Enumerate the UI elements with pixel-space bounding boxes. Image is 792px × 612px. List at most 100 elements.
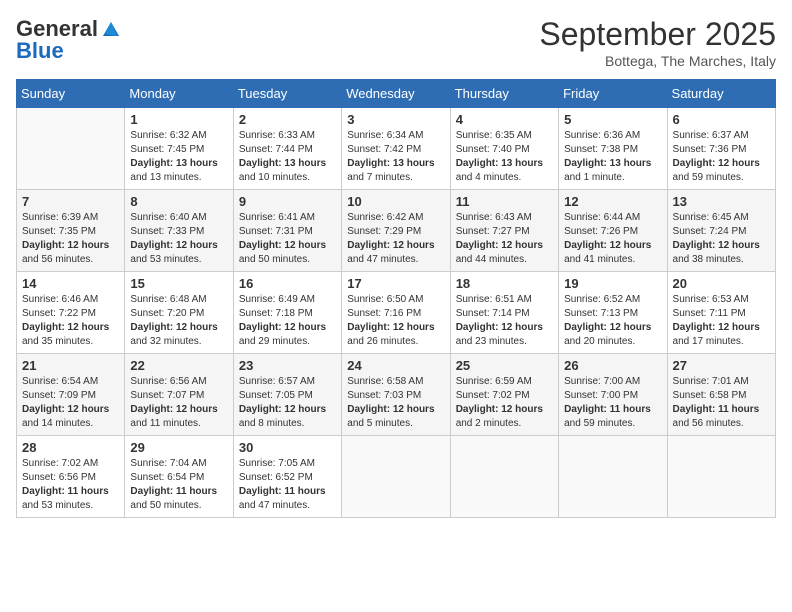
sun-time: Sunrise: 6:57 AM — [239, 376, 315, 387]
calendar-cell: 29 Sunrise: 7:04 AM Sunset: 6:54 PM Dayligh… — [125, 436, 233, 518]
sun-time: and 1 minute. — [564, 172, 625, 183]
sun-time: Sunset: 6:52 PM — [239, 472, 313, 483]
page-header: General Blue September 2025 Bottega, The… — [16, 16, 776, 69]
sun-time: and 11 minutes. — [130, 418, 200, 429]
sun-time: Sunrise: 7:02 AM — [22, 458, 98, 469]
sun-time: Sunrise: 6:41 AM — [239, 212, 315, 223]
sun-time: Sunrise: 7:00 AM — [564, 376, 640, 387]
cell-content: Sunrise: 6:37 AMSunset: 7:36 PMDaylight:… — [673, 129, 770, 185]
sun-time: and 38 minutes. — [673, 254, 744, 265]
cell-content: Sunrise: 6:48 AMSunset: 7:20 PMDaylight:… — [130, 293, 227, 349]
sun-time: Sunset: 7:35 PM — [22, 226, 96, 237]
cell-content: Sunrise: 6:45 AMSunset: 7:24 PMDaylight:… — [673, 211, 770, 267]
sun-time: and 20 minutes. — [564, 336, 635, 347]
calendar-cell: 26Sunrise: 7:00 AMSunset: 7:00 PMDayligh… — [559, 354, 667, 436]
sun-time: Sunrise: 7:04 AM — [130, 458, 206, 469]
sun-time: and 56 minutes. — [673, 418, 744, 429]
calendar-cell: 25Sunrise: 6:59 AMSunset: 7:02 PMDayligh… — [450, 354, 558, 436]
sun-time: Sunrise: 6:56 AM — [130, 376, 206, 387]
sun-time: Sunset: 7:38 PM — [564, 144, 638, 155]
day-header-thursday: Thursday — [450, 80, 558, 108]
logo: General Blue — [16, 16, 122, 64]
calendar-cell: 9Sunrise: 6:41 AMSunset: 7:31 PMDaylight… — [233, 190, 341, 272]
sun-time: Sunset: 7:26 PM — [564, 226, 638, 237]
day-number: 7 — [22, 194, 119, 209]
sun-time: Sunset: 7:18 PM — [239, 308, 313, 319]
day-number: 11 — [456, 194, 553, 209]
daylight-hours: Daylight: 12 hours — [239, 240, 326, 251]
day-number: 12 — [564, 194, 661, 209]
day-number: 22 — [130, 358, 227, 373]
sun-time: Sunset: 7:11 PM — [673, 308, 746, 319]
day-number: 2 — [239, 112, 336, 127]
calendar-cell: 2Sunrise: 6:33 AMSunset: 7:44 PMDaylight… — [233, 108, 341, 190]
sun-time: Sunset: 6:56 PM — [22, 472, 96, 483]
sun-time: Sunset: 6:54 PM — [130, 472, 204, 483]
calendar-week-row: 7 Sunrise: 6:39 AM Sunset: 7:35 PM Daylight… — [17, 190, 776, 272]
sun-time: and 8 minutes. — [239, 418, 305, 429]
day-number: 28 — [22, 440, 119, 455]
calendar-cell — [450, 436, 558, 518]
sun-time: and 17 minutes. — [673, 336, 744, 347]
cell-content: Sunrise: 6:35 AMSunset: 7:40 PMDaylight:… — [456, 129, 553, 185]
calendar-cell: 22Sunrise: 6:56 AMSunset: 7:07 PMDayligh… — [125, 354, 233, 436]
sun-time: Sunrise: 6:59 AM — [456, 376, 532, 387]
cell-content: Sunrise: 6:43 AMSunset: 7:27 PMDaylight:… — [456, 211, 553, 267]
cell-content: Sunrise: 6:40 AMSunset: 7:33 PMDaylight:… — [130, 211, 227, 267]
cell-content: Sunrise: 6:32 AMSunset: 7:45 PMDaylight:… — [130, 129, 227, 185]
daylight-hours: Daylight: 12 hours — [347, 404, 434, 415]
sun-time: and 5 minutes. — [347, 418, 413, 429]
sun-time: Sunset: 7:33 PM — [130, 226, 204, 237]
sun-time: and 59 minutes. — [564, 418, 635, 429]
sun-time: Sunset: 7:09 PM — [22, 390, 96, 401]
daylight-hours: Daylight: 11 hours — [239, 486, 326, 497]
day-number: 23 — [239, 358, 336, 373]
day-number: 29 — [130, 440, 227, 455]
sun-time: Sunset: 7:13 PM — [564, 308, 638, 319]
day-header-wednesday: Wednesday — [342, 80, 450, 108]
cell-content: Sunrise: 7:01 AMSunset: 6:58 PMDaylight:… — [673, 375, 770, 431]
day-number: 14 — [22, 276, 119, 291]
day-number: 27 — [673, 358, 770, 373]
sun-time: Sunset: 7:02 PM — [456, 390, 530, 401]
sun-time: Sunrise: 6:33 AM — [239, 130, 315, 141]
sun-time: Sunrise: 6:39 AM — [22, 212, 98, 223]
sun-time: and 53 minutes. — [130, 254, 201, 265]
cell-content: Sunrise: 6:49 AMSunset: 7:18 PMDaylight:… — [239, 293, 336, 349]
cell-content: Sunrise: 6:46 AMSunset: 7:22 PMDaylight:… — [22, 293, 119, 349]
calendar-cell — [667, 436, 775, 518]
cell-content: Sunrise: 7:05 AMSunset: 6:52 PMDaylight:… — [239, 457, 336, 513]
sun-time: Sunset: 7:14 PM — [456, 308, 530, 319]
daylight-hours: Daylight: 12 hours — [347, 322, 434, 333]
sun-time: Sunset: 7:22 PM — [22, 308, 96, 319]
calendar-header-row: SundayMondayTuesdayWednesdayThursdayFrid… — [17, 80, 776, 108]
day-header-saturday: Saturday — [667, 80, 775, 108]
logo-icon — [101, 20, 121, 38]
sun-time: Sunrise: 6:43 AM — [456, 212, 532, 223]
cell-content: Sunrise: 7:04 AM Sunset: 6:54 PM Daylight:… — [130, 457, 227, 513]
daylight-hours: Daylight: 11 hours — [130, 486, 217, 497]
sun-time: and 4 minutes. — [456, 172, 522, 183]
sun-time: Sunrise: 6:34 AM — [347, 130, 423, 141]
sun-time: Sunset: 6:58 PM — [673, 390, 747, 401]
calendar-cell: 10Sunrise: 6:42 AMSunset: 7:29 PMDayligh… — [342, 190, 450, 272]
daylight-hours: Daylight: 12 hours — [130, 240, 217, 251]
title-block: September 2025 Bottega, The Marches, Ita… — [539, 16, 776, 69]
sun-time: Sunrise: 6:44 AM — [564, 212, 640, 223]
cell-content: Sunrise: 6:52 AMSunset: 7:13 PMDaylight:… — [564, 293, 661, 349]
daylight-hours: Daylight: 12 hours — [239, 404, 326, 415]
cell-content: Sunrise: 6:54 AMSunset: 7:09 PMDaylight:… — [22, 375, 119, 431]
sun-time: Sunset: 7:36 PM — [673, 144, 747, 155]
calendar-week-row: 1Sunrise: 6:32 AMSunset: 7:45 PMDaylight… — [17, 108, 776, 190]
sun-time: and 47 minutes. — [239, 500, 310, 511]
day-number: 3 — [347, 112, 444, 127]
sun-time: Sunset: 7:44 PM — [239, 144, 313, 155]
calendar-cell — [559, 436, 667, 518]
daylight-hours: Daylight: 12 hours — [456, 322, 543, 333]
sun-time: and 47 minutes. — [347, 254, 418, 265]
calendar-cell: 30Sunrise: 7:05 AMSunset: 6:52 PMDayligh… — [233, 436, 341, 518]
day-header-monday: Monday — [125, 80, 233, 108]
logo-blue: Blue — [16, 38, 64, 63]
calendar-cell: 6Sunrise: 6:37 AMSunset: 7:36 PMDaylight… — [667, 108, 775, 190]
cell-content: Sunrise: 6:57 AMSunset: 7:05 PMDaylight:… — [239, 375, 336, 431]
